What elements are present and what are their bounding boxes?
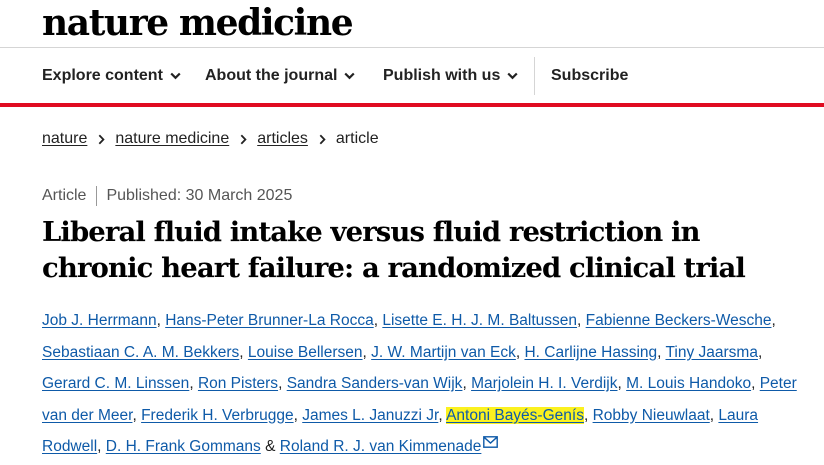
author-link[interactable]: Fabienne Beckers-Wesche (586, 312, 772, 329)
author-link[interactable]: Ron Pisters (198, 375, 278, 392)
chevron-right-icon (240, 134, 247, 144)
author-separator: , (189, 375, 194, 392)
author-separator: , (577, 312, 582, 329)
author-link[interactable]: Gerard C. M. Linssen (42, 375, 189, 392)
accent-rule (0, 103, 824, 107)
author-link[interactable]: James L. Januzzi Jr (302, 407, 438, 424)
chevron-right-icon (319, 134, 326, 144)
chevron-right-icon (99, 134, 106, 144)
author-link[interactable]: Sebastiaan C. A. M. Bekkers (42, 344, 239, 361)
author-separator: , (751, 375, 756, 392)
author-separator: , (462, 375, 467, 392)
author-separator: , (97, 438, 102, 455)
author-joiner: & (265, 438, 276, 455)
author-link[interactable]: Roland R. J. van Kimmenade (280, 438, 482, 455)
author-separator: , (771, 312, 776, 329)
author-link[interactable]: Tiny Jaarsma (666, 344, 758, 361)
author-separator: , (362, 343, 367, 361)
published-date: Published: 30 March 2025 (106, 187, 293, 204)
main-nav: Explore content About the journal Publis… (0, 49, 824, 103)
nav-explore-content-label: Explore content (42, 67, 163, 84)
author-separator: , (293, 406, 298, 424)
author-separator: , (156, 312, 161, 329)
author-link[interactable]: Job J. Herrmann (42, 312, 157, 329)
nav-explore-content[interactable]: Explore content (42, 49, 181, 103)
chevron-down-icon (344, 72, 356, 80)
author-separator: , (657, 343, 662, 361)
author-separator: , (515, 343, 521, 361)
nav-divider (534, 57, 535, 95)
breadcrumb-link-nature-medicine[interactable]: nature medicine (115, 130, 229, 148)
envelope-icon[interactable] (483, 436, 499, 448)
author-link[interactable]: Frederik H. Verbrugge (141, 407, 294, 424)
author-link[interactable]: Louise Bellersen (248, 344, 363, 361)
author-separator: , (373, 312, 379, 329)
author-link[interactable]: Hans-Peter Brunner-La Rocca (165, 312, 374, 329)
author-link[interactable]: Robby Nieuwlaat (593, 407, 710, 424)
author-list: Job J. Herrmann, Hans-Peter Brunner-La R… (42, 305, 812, 463)
author-separator: , (239, 343, 244, 361)
chevron-down-icon (170, 72, 181, 80)
author-separator: , (709, 406, 715, 424)
nav-about-journal[interactable]: About the journal (205, 49, 356, 103)
chevron-down-icon (507, 72, 518, 80)
author-link[interactable]: Marjolein H. I. Verdijk (471, 375, 617, 392)
author-separator: , (438, 406, 443, 424)
article-type: Article (42, 187, 87, 204)
nav-subscribe[interactable]: Subscribe (551, 49, 628, 103)
article-meta: Article Published: 30 March 2025 (42, 185, 292, 207)
author-link[interactable]: D. H. Frank Gommans (106, 438, 261, 455)
site-header: nature medicine (0, 0, 824, 48)
author-link[interactable]: H. Carlijne Hassing (524, 344, 657, 361)
author-separator: , (757, 343, 763, 361)
author-link[interactable]: Sandra Sanders-van Wijk (287, 375, 463, 392)
author-link[interactable]: M. Louis Handoko (626, 375, 751, 392)
author-separator: , (583, 406, 589, 424)
nav-publish-with-us-label: Publish with us (383, 67, 501, 84)
nav-subscribe-label: Subscribe (551, 67, 629, 84)
author-link[interactable]: J. W. Martijn van Eck (371, 344, 516, 361)
nav-about-journal-label: About the journal (205, 67, 338, 84)
author-separator: , (278, 375, 283, 392)
author-separator: , (132, 406, 137, 424)
breadcrumb-current: article (335, 130, 379, 147)
breadcrumb-link-articles[interactable]: articles (257, 130, 308, 148)
breadcrumb-link-nature[interactable]: nature (42, 130, 87, 148)
breadcrumb: nature nature medicine articles article (42, 128, 379, 150)
meta-divider (96, 186, 98, 206)
nav-publish-with-us[interactable]: Publish with us (383, 49, 518, 103)
article-title: Liberal fluid intake versus fluid restri… (42, 216, 746, 284)
author-link[interactable]: Lisette E. H. J. M. Baltussen (382, 312, 577, 329)
author-link[interactable]: Antoni Bayés-Genís (446, 406, 584, 424)
journal-logo[interactable]: nature medicine (42, 2, 354, 44)
author-separator: , (617, 375, 622, 392)
